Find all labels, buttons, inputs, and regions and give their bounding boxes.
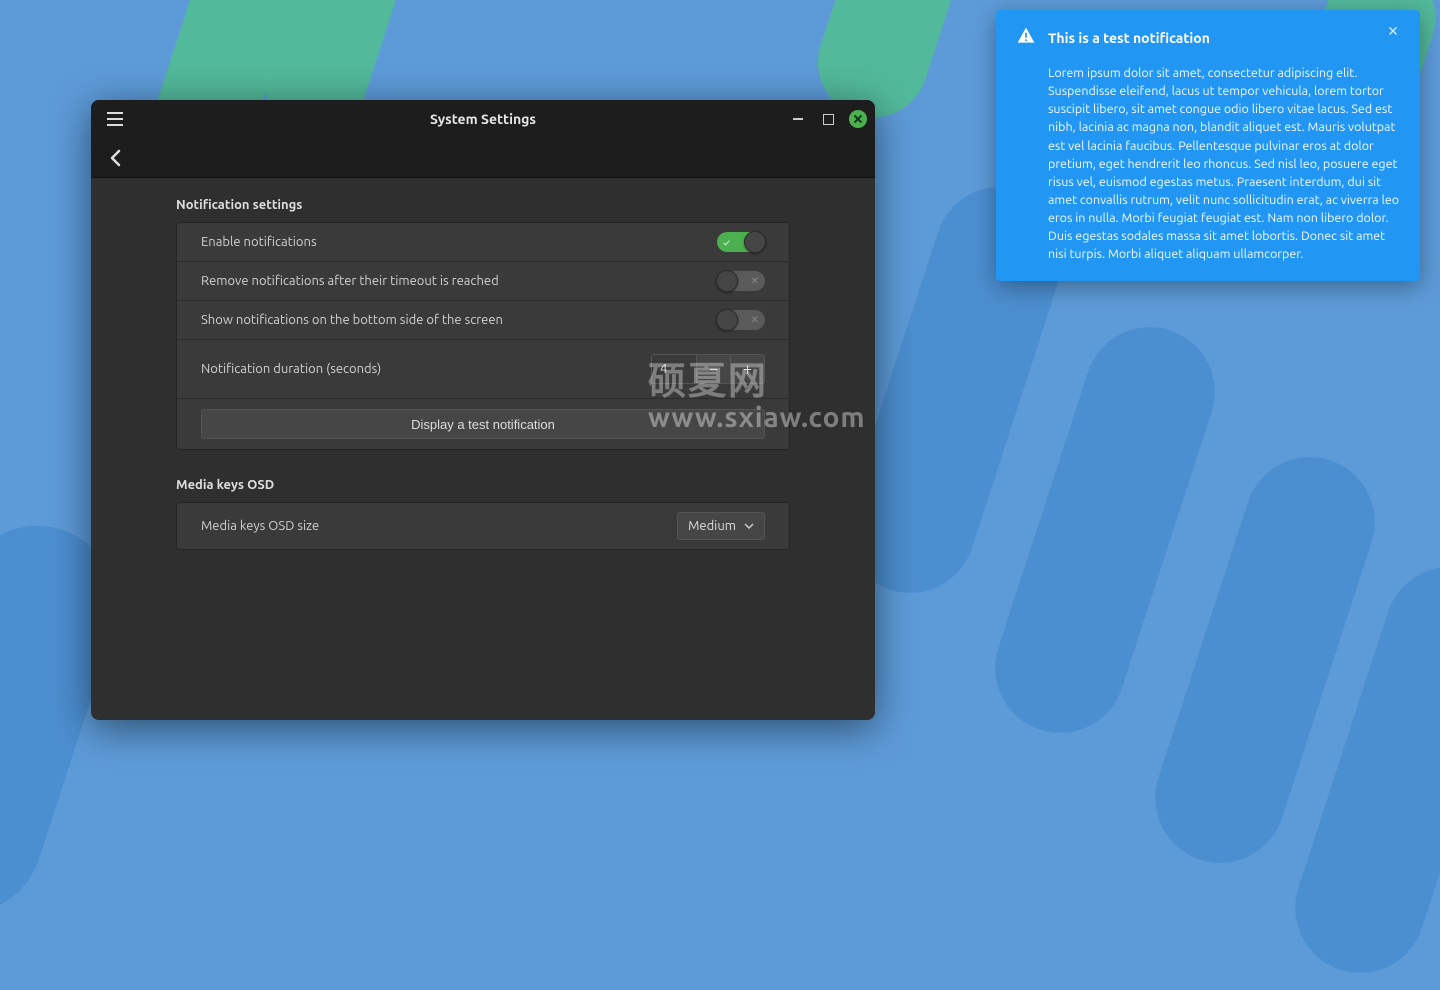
- enable-notifications-toggle[interactable]: ✓: [717, 232, 765, 252]
- notification-header: This is a test notification ✕: [1016, 26, 1400, 50]
- warning-icon: [1016, 26, 1036, 50]
- settings-content: Notification settings Enable notificatio…: [91, 178, 875, 720]
- enable-notifications-label: Enable notifications: [201, 235, 317, 249]
- remove-timeout-row: Remove notifications after their timeout…: [177, 262, 789, 301]
- display-test-notification-button[interactable]: Display a test notification: [201, 409, 765, 439]
- duration-increment-button[interactable]: +: [731, 354, 765, 384]
- toggle-knob: [744, 231, 766, 253]
- notification-panel: Enable notifications ✓ Remove notificati…: [176, 222, 790, 450]
- duration-decrement-button[interactable]: −: [697, 354, 731, 384]
- titlebar[interactable]: System Settings: [91, 100, 875, 138]
- duration-row: Notification duration (seconds) 4 − +: [177, 340, 789, 399]
- duration-spinner: 4 − +: [651, 354, 765, 384]
- remove-timeout-toggle[interactable]: ✕: [717, 271, 765, 291]
- notification-body: Lorem ipsum dolor sit amet, consectetur …: [1016, 64, 1400, 263]
- remove-timeout-label: Remove notifications after their timeout…: [201, 274, 499, 288]
- show-bottom-label: Show notifications on the bottom side of…: [201, 313, 503, 327]
- chevron-left-icon: [109, 149, 121, 167]
- dropdown-selected-value: Medium: [688, 519, 736, 533]
- media-panel: Media keys OSD size Medium: [176, 502, 790, 550]
- check-icon: ✓: [723, 237, 730, 248]
- hamburger-menu-button[interactable]: [99, 103, 131, 135]
- notification-popup: This is a test notification ✕ Lorem ipsu…: [996, 10, 1420, 281]
- show-bottom-row: Show notifications on the bottom side of…: [177, 301, 789, 340]
- notification-title: This is a test notification: [1048, 30, 1210, 46]
- window-controls: [789, 110, 867, 128]
- close-button[interactable]: [849, 110, 867, 128]
- x-icon: ✕: [751, 314, 759, 326]
- maximize-button[interactable]: [819, 110, 837, 128]
- show-bottom-toggle[interactable]: ✕: [717, 310, 765, 330]
- media-section-title: Media keys OSD: [176, 478, 790, 492]
- x-icon: ✕: [751, 275, 759, 287]
- toggle-knob: [716, 270, 738, 292]
- back-button[interactable]: [99, 142, 131, 174]
- duration-label: Notification duration (seconds): [201, 362, 381, 376]
- enable-notifications-row: Enable notifications ✓: [177, 223, 789, 262]
- test-notification-row: Display a test notification: [177, 399, 789, 449]
- toggle-knob: [716, 309, 738, 331]
- minimize-button[interactable]: [789, 110, 807, 128]
- window-title: System Settings: [91, 111, 875, 127]
- navigation-bar: [91, 138, 875, 178]
- media-osd-size-row: Media keys OSD size Medium: [177, 503, 789, 549]
- chevron-down-icon: [744, 523, 754, 529]
- duration-value-input[interactable]: 4: [651, 354, 697, 384]
- notification-close-button[interactable]: ✕: [1384, 22, 1402, 40]
- settings-window: System Settings Notification settings En…: [91, 100, 875, 720]
- notification-section-title: Notification settings: [176, 198, 790, 212]
- media-osd-size-label: Media keys OSD size: [201, 519, 319, 533]
- media-osd-size-dropdown[interactable]: Medium: [677, 512, 765, 540]
